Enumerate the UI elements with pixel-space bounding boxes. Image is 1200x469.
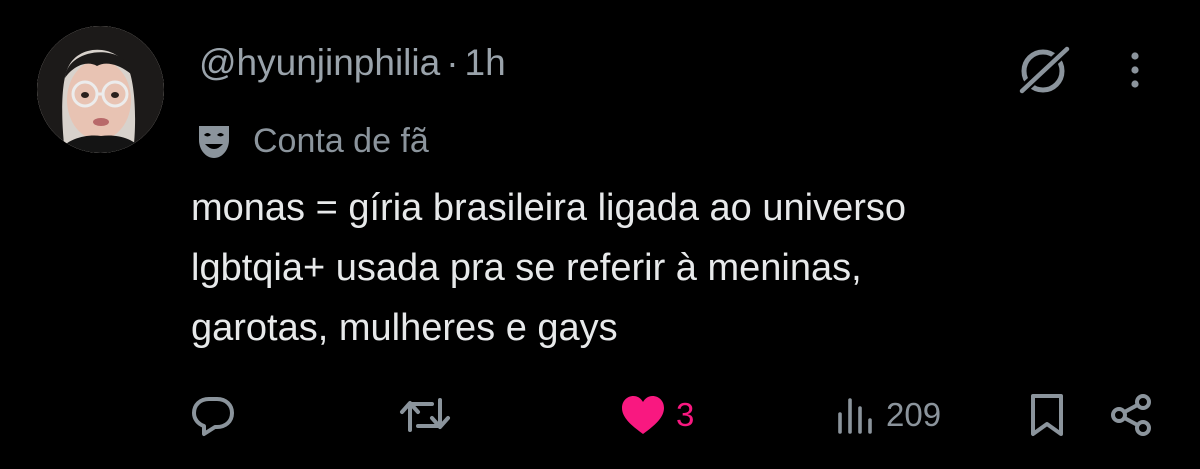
- author-handle[interactable]: @hyunjinphilia: [199, 42, 440, 83]
- like-count: 3: [676, 396, 695, 433]
- grok-slash-circle-icon[interactable]: [1013, 43, 1075, 97]
- views-count: 209: [886, 396, 942, 433]
- more-dots-vertical-icon[interactable]: [1120, 48, 1150, 92]
- reply-button[interactable]: [190, 385, 236, 445]
- action-bar: 3 209: [0, 385, 1200, 445]
- author-meta: @hyunjinphilia · 1h: [199, 40, 506, 86]
- badge-label: Conta de fã: [253, 121, 429, 160]
- account-badge: Conta de fã: [193, 118, 429, 164]
- share-icon: [1111, 394, 1151, 436]
- post-text-line: garotas, mulheres e gays: [191, 307, 618, 349]
- avatar[interactable]: [37, 26, 164, 153]
- views-button[interactable]: 209: [832, 385, 941, 445]
- repost-arrows-icon: [400, 398, 450, 432]
- post-text-line: monas = gíria brasileira ligada ao unive…: [191, 187, 907, 229]
- bookmark-button[interactable]: [1026, 385, 1068, 445]
- like-button[interactable]: 3: [618, 385, 694, 445]
- speech-bubble-icon: [192, 397, 234, 436]
- share-button[interactable]: [1108, 385, 1154, 445]
- post-text: monas = gíria brasileira ligada ao unive…: [191, 178, 1151, 358]
- repost-button[interactable]: [398, 385, 452, 445]
- bar-chart-icon: [838, 398, 872, 434]
- bookmark-icon: [1031, 394, 1063, 436]
- meta-separator: ·: [446, 42, 459, 83]
- heart-icon: [622, 396, 664, 434]
- post: @hyunjinphilia · 1h Conta de fã monas = …: [0, 0, 1200, 469]
- post-text-line: lgbtqia+ usada pra se referir à meninas,: [191, 247, 862, 289]
- theater-mask-icon: [193, 120, 235, 162]
- post-time[interactable]: 1h: [465, 42, 506, 83]
